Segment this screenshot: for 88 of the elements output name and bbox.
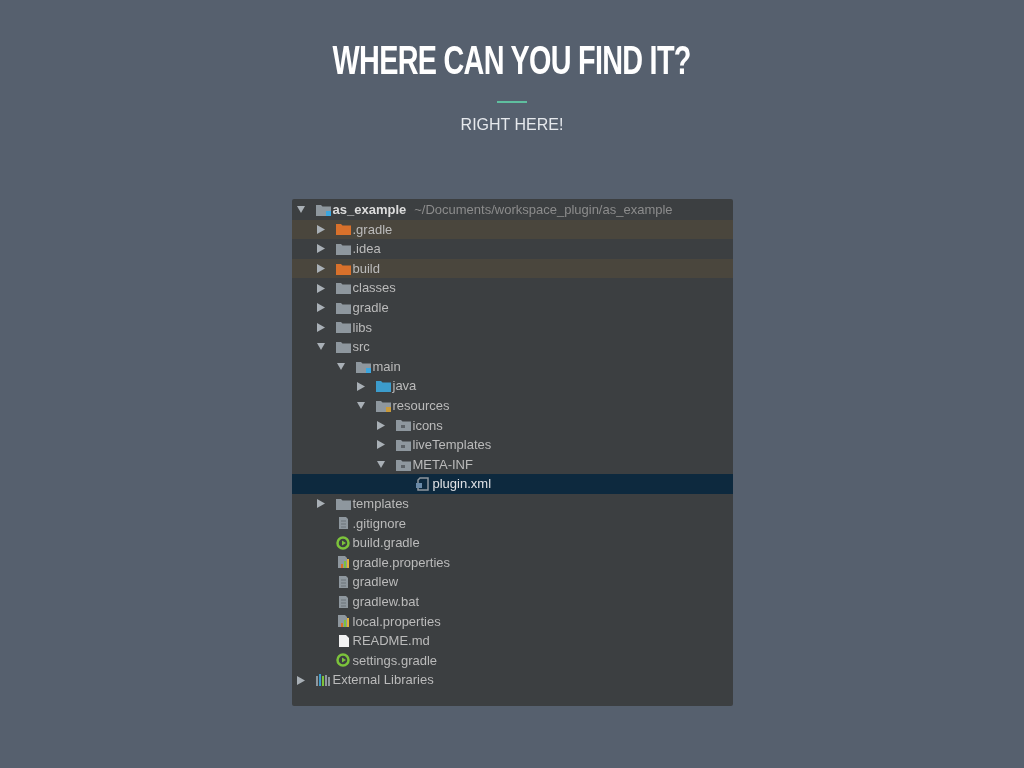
tree-item-label: liveTemplates — [412, 436, 492, 455]
expanded-arrow-icon[interactable] — [296, 205, 305, 215]
tree-item-label: main — [372, 357, 401, 376]
tree-item-label: plugin.xml — [432, 475, 492, 494]
expanded-arrow-icon[interactable] — [316, 342, 325, 352]
tree-row[interactable]: .idea — [291, 239, 733, 259]
tree-item-label: java — [392, 377, 417, 396]
tree-item-label: resources — [392, 397, 450, 415]
tree-item-label: libs — [352, 318, 372, 337]
tree-row[interactable]: classes — [291, 278, 733, 298]
slide-title: WHERE CAN YOU FIND IT? — [333, 40, 691, 80]
folder-icon — [334, 496, 352, 511]
tree-row[interactable]: gradlew.bat — [291, 591, 733, 612]
tree-row[interactable]: External Libraries — [291, 670, 733, 690]
tree-item-label: gradlew — [352, 573, 399, 592]
folder-icon — [334, 339, 352, 354]
tree-item-label: src — [352, 338, 370, 357]
tree-item-label: build — [352, 259, 380, 278]
folder-icon — [334, 300, 352, 315]
folder-icon — [334, 281, 352, 296]
folder-icon — [334, 222, 352, 237]
tree-item-label: gradlew.bat — [352, 592, 419, 611]
tree-item-label: as_example — [332, 201, 407, 220]
tree-row[interactable]: icons — [291, 415, 733, 436]
tree-item-label: classes — [352, 279, 396, 298]
collapsed-arrow-icon[interactable] — [296, 675, 305, 685]
folder-icon — [314, 202, 332, 217]
gradle-icon — [334, 535, 352, 550]
tree-row[interactable]: liveTemplates — [291, 435, 733, 455]
tree-item-label: .gitignore — [352, 514, 406, 533]
tree-row[interactable]: main — [291, 356, 733, 377]
tree-row[interactable]: gradle — [291, 297, 733, 318]
tree-row[interactable]: gradlew — [291, 572, 733, 592]
tree-row[interactable]: README.md — [291, 631, 733, 651]
tree-item-label: local.properties — [352, 612, 441, 631]
tree-item-label: icons — [412, 416, 443, 435]
slide-subtitle: RIGHT HERE! — [460, 115, 564, 135]
tree-item-label: settings.gradle — [352, 651, 438, 670]
folder-icon — [374, 379, 392, 394]
gradle-icon — [334, 653, 352, 668]
tree-item-label: .gradle — [352, 220, 393, 239]
tree-row[interactable]: settings.gradle — [291, 650, 733, 671]
tree-row[interactable]: src — [291, 337, 733, 357]
tree-row[interactable]: gradle.properties — [291, 552, 733, 573]
collapsed-arrow-icon[interactable] — [376, 440, 385, 450]
folder-icon — [394, 418, 412, 433]
tree-row[interactable]: plugin.xml — [291, 474, 733, 494]
tree-item-label: gradle.properties — [352, 553, 451, 572]
expanded-arrow-icon[interactable] — [376, 460, 385, 469]
collapsed-arrow-icon[interactable] — [316, 303, 325, 313]
tree-row[interactable]: .gitignore — [291, 513, 733, 534]
tree-row[interactable]: .gradle — [291, 219, 733, 240]
tree-item-label: External Libraries — [332, 671, 434, 690]
tree-item-label: .idea — [352, 240, 381, 259]
tree-item-label: templates — [352, 494, 409, 513]
collapsed-arrow-icon[interactable] — [316, 322, 325, 332]
folder-icon — [374, 398, 392, 413]
tree-item-label: README.md — [352, 632, 430, 651]
tree-item-label: gradle — [352, 299, 389, 317]
expanded-arrow-icon[interactable] — [356, 401, 365, 411]
collapsed-arrow-icon[interactable] — [316, 283, 325, 293]
tree-row[interactable]: templates — [291, 493, 733, 514]
folder-icon — [334, 242, 352, 256]
expanded-arrow-icon[interactable] — [336, 362, 345, 372]
tree-row[interactable]: java — [291, 376, 733, 396]
tree-row[interactable]: local.properties — [291, 611, 733, 632]
folder-icon — [354, 359, 372, 374]
tree-row[interactable]: build.gradle — [291, 533, 733, 553]
tree-row[interactable]: as_example ~/Documents/workspace_plugin/as_example — [291, 200, 733, 220]
file-icon — [414, 477, 432, 492]
collapsed-arrow-icon[interactable] — [316, 244, 325, 254]
tree-item-label: META-INF — [412, 455, 473, 474]
collapsed-arrow-icon[interactable] — [316, 224, 325, 234]
collapsed-arrow-icon[interactable] — [356, 381, 365, 391]
tree-row[interactable]: build — [291, 258, 733, 279]
folder-icon — [334, 261, 352, 276]
collapsed-arrow-icon[interactable] — [316, 499, 325, 509]
libraries-icon — [314, 673, 332, 688]
tree-item-label: build.gradle — [352, 534, 420, 553]
folder-icon — [394, 437, 412, 452]
folder-icon — [334, 320, 352, 335]
collapsed-arrow-icon[interactable] — [316, 264, 325, 274]
collapsed-arrow-icon[interactable] — [376, 420, 385, 430]
folder-icon — [394, 457, 412, 472]
tree-row[interactable]: resources — [291, 395, 733, 416]
tree-row[interactable]: META-INF — [291, 454, 733, 475]
tree-row[interactable]: libs — [291, 317, 733, 338]
project-path: ~/Documents/workspace_plugin/as_example — [414, 201, 673, 220]
